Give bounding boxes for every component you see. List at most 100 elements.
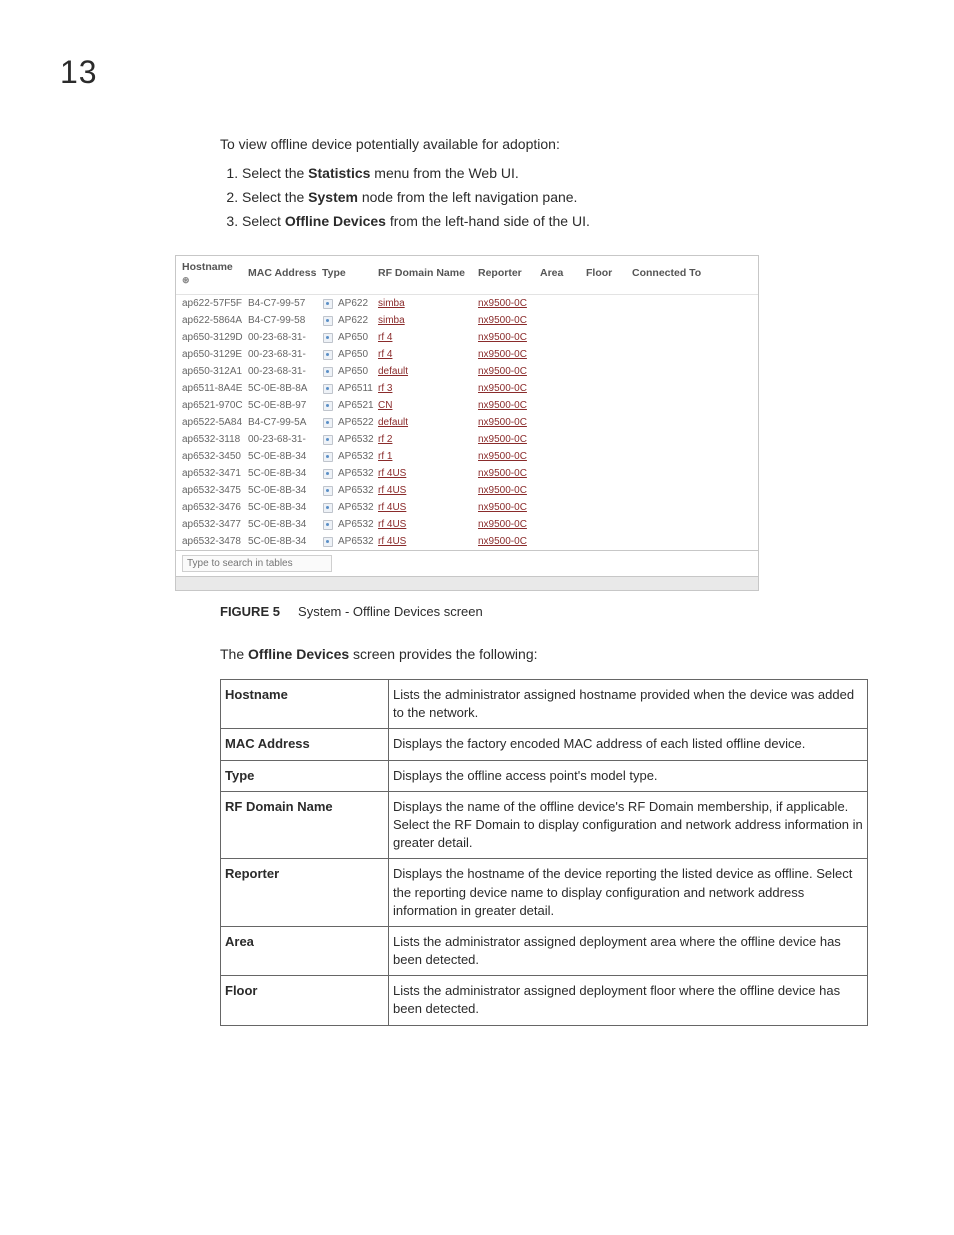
rf-domain-link[interactable]: rf 1	[378, 451, 392, 462]
cell-mac: 5C-0E-8B-34	[246, 484, 320, 498]
rf-domain-link[interactable]: rf 4US	[378, 502, 406, 513]
grid-row[interactable]: ap622-5864AB4-C7-99-58AP622simbanx9500-0…	[176, 312, 758, 329]
definition-text: Displays the offline access point's mode…	[389, 760, 868, 791]
reporter-link[interactable]: nx9500-0C	[478, 485, 527, 496]
definition-row: MAC AddressDisplays the factory encoded …	[221, 729, 868, 760]
grid-row[interactable]: ap6532-34505C-0E-8B-34AP6532rf 1nx9500-0…	[176, 448, 758, 465]
definitions-table: HostnameLists the administrator assigned…	[220, 679, 868, 1026]
col-rfdomain[interactable]: RF Domain Name	[376, 268, 476, 280]
grid-row[interactable]: ap6532-34715C-0E-8B-34AP6532rf 4USnx9500…	[176, 465, 758, 482]
cell-type: AP622	[320, 297, 376, 311]
access-point-icon	[322, 502, 334, 514]
col-connectedto[interactable]: Connected To	[630, 268, 754, 280]
reporter-link[interactable]: nx9500-0C	[478, 468, 527, 479]
rf-domain-link[interactable]: CN	[378, 400, 392, 411]
definitions-intro-pre: The	[220, 646, 248, 662]
reporter-link[interactable]: nx9500-0C	[478, 434, 527, 445]
cell-type: AP622	[320, 314, 376, 328]
definition-text: Lists the administrator assigned hostnam…	[389, 680, 868, 729]
access-point-icon	[322, 451, 334, 463]
access-point-icon	[322, 417, 334, 429]
grid-row[interactable]: ap6511-8A4E5C-0E-8B-8AAP6511rf 3nx9500-0…	[176, 380, 758, 397]
reporter-link[interactable]: nx9500-0C	[478, 502, 527, 513]
access-point-icon	[322, 434, 334, 446]
cell-rf-domain: rf 4US	[376, 484, 476, 498]
reporter-link[interactable]: nx9500-0C	[478, 315, 527, 326]
grid-row[interactable]: ap6522-5A84B4-C7-99-5AAP6522defaultnx950…	[176, 414, 758, 431]
rf-domain-link[interactable]: rf 4US	[378, 536, 406, 547]
grid-row[interactable]: ap622-57F5FB4-C7-99-57AP622simbanx9500-0…	[176, 295, 758, 312]
reporter-link[interactable]: nx9500-0C	[478, 536, 527, 547]
cell-rf-domain: CN	[376, 399, 476, 413]
access-point-icon	[322, 315, 334, 327]
col-reporter[interactable]: Reporter	[476, 268, 538, 280]
reporter-link[interactable]: nx9500-0C	[478, 519, 527, 530]
reporter-link[interactable]: nx9500-0C	[478, 417, 527, 428]
cell-mac: 5C-0E-8B-8A	[246, 382, 320, 396]
reporter-link[interactable]: nx9500-0C	[478, 298, 527, 309]
reporter-link[interactable]: nx9500-0C	[478, 349, 527, 360]
sort-indicator-icon: ⊛	[182, 276, 190, 286]
grid-row[interactable]: ap6521-970C5C-0E-8B-97AP6521CNnx9500-0C	[176, 397, 758, 414]
reporter-link[interactable]: nx9500-0C	[478, 332, 527, 343]
rf-domain-link[interactable]: simba	[378, 315, 405, 326]
grid-search-input[interactable]	[182, 555, 332, 572]
cell-type: AP6521	[320, 399, 376, 413]
cell-reporter: nx9500-0C	[476, 297, 538, 311]
rf-domain-link[interactable]: default	[378, 366, 408, 377]
grid-body: ap622-57F5FB4-C7-99-57AP622simbanx9500-0…	[176, 295, 758, 550]
access-point-icon	[322, 485, 334, 497]
rf-domain-link[interactable]: rf 4	[378, 332, 392, 343]
cell-rf-domain: rf 2	[376, 433, 476, 447]
grid-row[interactable]: ap6532-311800-23-68-31-AP6532rf 2nx9500-…	[176, 431, 758, 448]
cell-rf-domain: simba	[376, 297, 476, 311]
access-point-icon	[322, 383, 334, 395]
figure-caption-text: System - Offline Devices screen	[298, 604, 483, 619]
intro-text: To view offline device potentially avail…	[220, 135, 874, 155]
access-point-icon	[322, 366, 334, 378]
grid-row[interactable]: ap6532-34755C-0E-8B-34AP6532rf 4USnx9500…	[176, 482, 758, 499]
cell-hostname: ap6532-3118	[180, 433, 246, 447]
cell-reporter: nx9500-0C	[476, 535, 538, 549]
cell-type: AP6532	[320, 535, 376, 549]
rf-domain-link[interactable]: rf 4US	[378, 519, 406, 530]
rf-domain-link[interactable]: rf 4US	[378, 485, 406, 496]
cell-type: AP6522	[320, 416, 376, 430]
step-item: Select the System node from the left nav…	[242, 188, 874, 208]
col-area[interactable]: Area	[538, 268, 584, 280]
rf-domain-link[interactable]: default	[378, 417, 408, 428]
rf-domain-link[interactable]: rf 4	[378, 349, 392, 360]
grid-footer-bar	[176, 576, 758, 590]
cell-hostname: ap6532-3476	[180, 501, 246, 515]
cell-mac: 5C-0E-8B-34	[246, 518, 320, 532]
grid-row[interactable]: ap6532-34785C-0E-8B-34AP6532rf 4USnx9500…	[176, 533, 758, 550]
grid-row[interactable]: ap650-3129E00-23-68-31-AP650rf 4nx9500-0…	[176, 346, 758, 363]
grid-row[interactable]: ap6532-34775C-0E-8B-34AP6532rf 4USnx9500…	[176, 516, 758, 533]
cell-mac: 5C-0E-8B-34	[246, 467, 320, 481]
reporter-link[interactable]: nx9500-0C	[478, 400, 527, 411]
rf-domain-link[interactable]: rf 2	[378, 434, 392, 445]
col-mac[interactable]: MAC Address	[246, 268, 320, 280]
cell-rf-domain: rf 4US	[376, 467, 476, 481]
definition-term: Area	[221, 926, 389, 975]
grid-row[interactable]: ap650-3129D00-23-68-31-AP650rf 4nx9500-0…	[176, 329, 758, 346]
rf-domain-link[interactable]: rf 3	[378, 383, 392, 394]
step-item: Select the Statistics menu from the Web …	[242, 164, 874, 184]
cell-hostname: ap6521-970C	[180, 399, 246, 413]
col-floor[interactable]: Floor	[584, 268, 630, 280]
definition-row: AreaLists the administrator assigned dep…	[221, 926, 868, 975]
cell-reporter: nx9500-0C	[476, 518, 538, 532]
cell-mac: 00-23-68-31-	[246, 348, 320, 362]
grid-row[interactable]: ap6532-34765C-0E-8B-34AP6532rf 4USnx9500…	[176, 499, 758, 516]
reporter-link[interactable]: nx9500-0C	[478, 451, 527, 462]
rf-domain-link[interactable]: rf 4US	[378, 468, 406, 479]
grid-search-bar	[176, 550, 758, 576]
rf-domain-link[interactable]: simba	[378, 298, 405, 309]
cell-rf-domain: default	[376, 416, 476, 430]
col-hostname[interactable]: Hostname ⊛	[180, 262, 246, 286]
col-type[interactable]: Type	[320, 268, 376, 280]
reporter-link[interactable]: nx9500-0C	[478, 383, 527, 394]
cell-type: AP6532	[320, 484, 376, 498]
reporter-link[interactable]: nx9500-0C	[478, 366, 527, 377]
grid-row[interactable]: ap650-312A100-23-68-31-AP650defaultnx950…	[176, 363, 758, 380]
